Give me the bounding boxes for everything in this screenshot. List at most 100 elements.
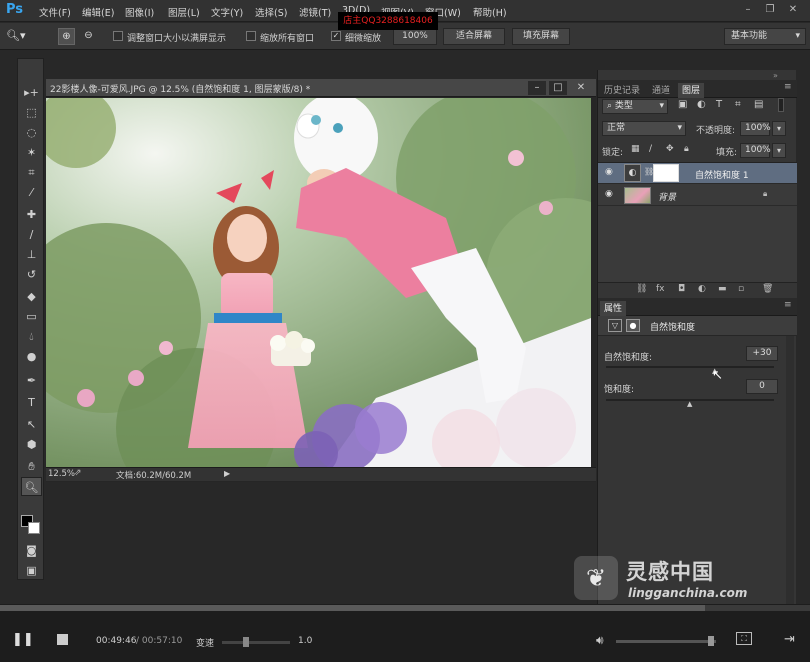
menu-edit[interactable]: 编辑(E) [82,5,114,19]
panel-menu-icon[interactable]: ≡ [784,82,792,92]
type-tool-icon[interactable]: T [21,393,42,412]
filter-shape-icon[interactable]: ⌗ [735,99,741,110]
fullscreen-icon[interactable]: ⛶ [736,632,752,645]
lock-all-icon[interactable]: 🔒︎ [684,144,689,154]
delete-layer-icon[interactable]: 🗑︎ [762,284,773,294]
minimize-icon[interactable]: – [740,3,756,17]
marquee-tool-icon[interactable]: ⬚ [21,103,42,122]
opacity-dropdown-icon[interactable]: ▾ [772,121,786,136]
filter-pixel-icon[interactable]: ▣ [678,99,687,110]
history-brush-tool-icon[interactable]: ↺ [21,265,42,284]
layer-name[interactable]: 自然饱和度 1 [695,168,749,181]
zoom-all-checkbox[interactable] [246,31,256,41]
restore-icon[interactable]: ❐ [762,3,778,17]
image-canvas[interactable] [46,98,591,469]
panel-collapse-icon[interactable]: » [773,71,778,80]
scrubby-zoom-checkbox[interactable]: ✓ [331,31,341,41]
saturation-slider-thumb[interactable]: ▲ [687,400,692,408]
new-group-icon[interactable]: ▬ [718,284,727,294]
add-mask-icon[interactable]: ◘ [678,284,685,294]
layer-style-icon[interactable]: fx [656,284,665,294]
layer-kind-filter[interactable]: ⌕ 类型 ▾ [602,99,668,114]
doc-maximize-icon[interactable]: □ [549,81,567,95]
lock-position-icon[interactable]: ✥ [666,144,674,154]
menu-type[interactable]: 文字(Y) [211,5,243,19]
gradient-tool-icon[interactable]: ▭ [21,307,42,326]
mask-properties-icon[interactable]: ● [626,319,640,332]
lock-transparent-icon[interactable]: ▦ [631,144,640,154]
close-icon[interactable]: ✕ [785,3,801,17]
move-tool-icon[interactable]: ▸+ [21,83,42,102]
path-selection-tool-icon[interactable]: ↖ [21,415,42,434]
fill-field[interactable]: 100% [740,143,771,158]
zoom-tool-icon[interactable]: 🔍︎▾ [6,29,26,42]
menu-layer[interactable]: 图层(L) [168,5,200,19]
crop-tool-icon[interactable]: ⌗ [21,163,42,182]
link-layers-icon[interactable]: ⛓︎ [636,284,647,294]
layer-name[interactable]: 背景 [658,190,676,203]
eyedropper-tool-icon[interactable]: ⁄ [21,183,42,202]
vibrance-field[interactable]: +30 [746,346,778,361]
menu-help[interactable]: 帮助(H) [473,5,507,19]
properties-menu-icon[interactable]: ≡ [784,300,792,310]
doc-minimize-icon[interactable]: – [528,81,546,95]
doc-close-icon[interactable]: ✕ [572,81,590,95]
dodge-tool-icon[interactable]: ● [21,347,42,366]
fit-screen-button[interactable]: 适合屏幕 [443,28,505,45]
hand-tool-icon[interactable]: ✋︎ [21,457,42,476]
quick-select-tool-icon[interactable]: ✶ [21,143,42,162]
zoom-in-icon[interactable]: ⊕ [58,28,75,45]
opacity-field[interactable]: 100% [740,121,771,136]
saturation-field[interactable]: 0 [746,379,778,394]
zoom-tool-icon[interactable]: 🔍︎ [21,477,42,496]
filter-smart-object-icon[interactable]: ▤ [754,99,763,110]
blur-tool-icon[interactable]: 💧︎ [21,327,42,346]
tab-properties[interactable]: 属性 [600,301,627,316]
menu-select[interactable]: 选择(S) [255,5,287,19]
clone-stamp-tool-icon[interactable]: ⊥ [21,245,42,264]
tab-layers[interactable]: 图层 [678,83,705,98]
blend-mode-select[interactable]: 正常 ▾ [602,121,686,136]
shape-tool-icon[interactable]: ⬢ [21,435,42,454]
zoom-100-button[interactable]: 100% [393,28,437,45]
pen-tool-icon[interactable]: ✒︎ [21,371,42,390]
screen-mode-icon[interactable]: ▣ [21,561,42,580]
menu-image[interactable]: 图像(I) [125,5,154,19]
fill-dropdown-icon[interactable]: ▾ [772,143,786,158]
layer-row-background[interactable]: ◉ 背景 🔒︎ [598,185,797,206]
healing-brush-tool-icon[interactable]: ✚ [21,205,42,224]
layer-mask-thumbnail[interactable] [653,164,679,182]
seek-bar[interactable] [0,605,810,611]
volume-icon[interactable]: 🔊︎ [596,633,604,648]
background-color-swatch[interactable] [28,522,40,534]
status-menu-arrow-icon[interactable]: ▶ [224,469,230,478]
tab-history[interactable]: 历史记录 [600,83,644,96]
menu-filter[interactable]: 滤镜(T) [299,5,331,19]
visibility-eye-icon[interactable]: ◉ [605,167,613,177]
eraser-tool-icon[interactable]: ◆ [21,287,42,306]
lock-pixels-icon[interactable]: ∕ [649,144,652,154]
zoom-readout[interactable]: 12.5% [48,469,75,479]
filter-toggle-icon[interactable] [778,98,784,112]
filter-type-icon[interactable]: T [716,99,722,110]
layer-thumbnail[interactable] [624,187,651,204]
document-title-bar[interactable]: 22影楼人像-可爱风.JPG @ 12.5% (自然饱和度 1, 图层蒙版/8)… [46,79,596,97]
stop-icon[interactable] [57,634,68,645]
layer-row-vibrance[interactable]: ◉ ◐ ⛓︎ 自然饱和度 1 [598,163,797,184]
speed-slider[interactable] [222,641,290,644]
fill-screen-button[interactable]: 填充屏幕 [512,28,570,45]
vibrance-slider[interactable] [606,366,774,368]
exit-icon[interactable]: ⇥ [784,632,795,647]
volume-slider[interactable] [616,640,716,643]
new-adjustment-icon[interactable]: ◐ [698,284,706,294]
export-icon[interactable]: ⇗ [74,468,82,478]
resize-window-checkbox[interactable] [113,31,123,41]
new-layer-icon[interactable]: ▫ [738,284,744,294]
zoom-out-icon[interactable]: ⊖ [80,28,97,45]
lasso-tool-icon[interactable]: ◌ [21,123,42,142]
quick-mask-icon[interactable]: ◙ [21,541,42,560]
speed-slider-thumb[interactable] [243,637,249,647]
brush-tool-icon[interactable]: ∕ [21,225,42,244]
pause-icon[interactable]: ❚❚ [12,632,34,647]
tab-channels[interactable]: 通道 [648,83,674,96]
